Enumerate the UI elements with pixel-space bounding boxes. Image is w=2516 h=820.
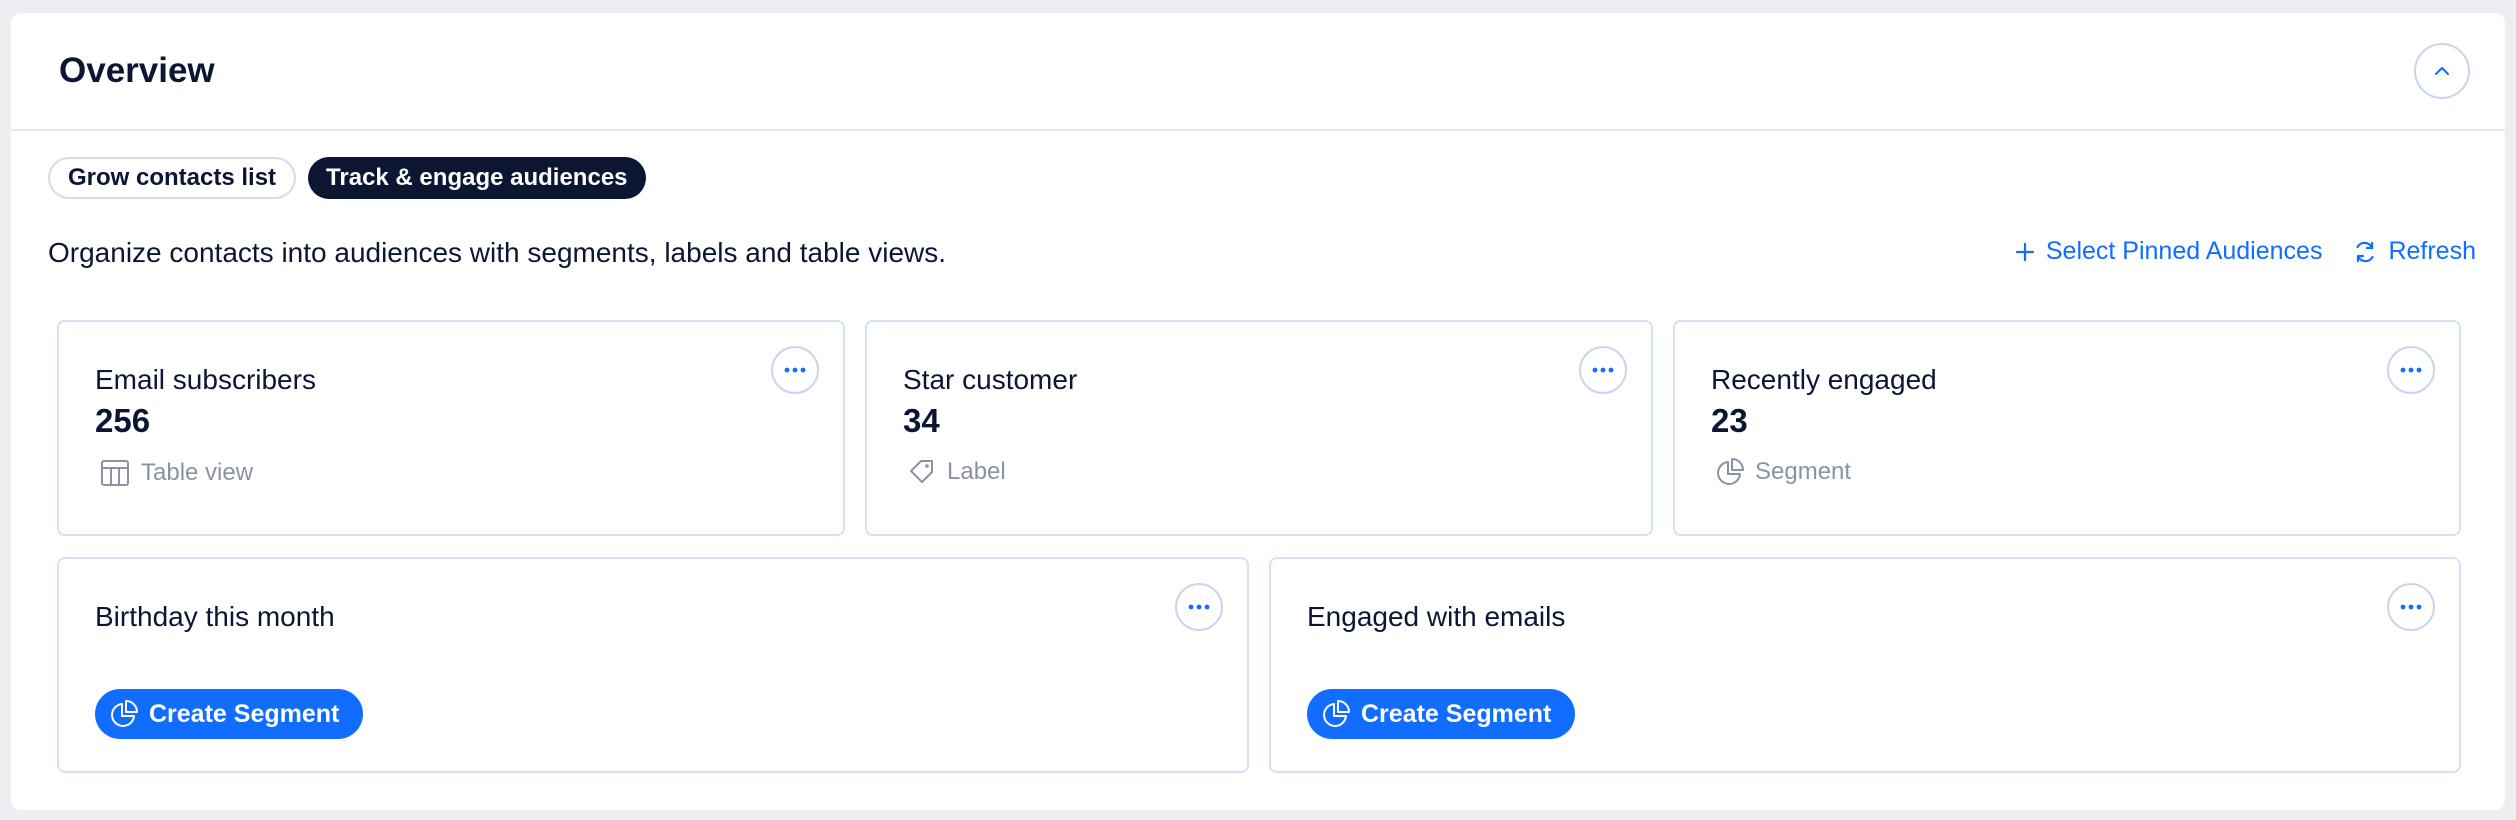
audience-card-star-customer[interactable]: Star customer 34 Label <box>865 320 1653 536</box>
audience-tabs: Grow contacts list Track & engage audien… <box>48 157 646 199</box>
section-description: Organize contacts into audiences with se… <box>48 237 947 268</box>
create-segment-button[interactable]: Create Segment <box>95 689 364 739</box>
header-actions: Select Pinned Audiences Refresh <box>2014 237 2476 266</box>
tab-grow-contacts-list[interactable]: Grow contacts list <box>48 157 297 199</box>
refresh-icon <box>2356 241 2375 262</box>
more-actions-button[interactable] <box>2387 583 2435 631</box>
card-count: 34 <box>903 402 940 439</box>
card-type: Segment <box>1715 457 1851 487</box>
refresh-button[interactable]: Refresh <box>2352 237 2476 266</box>
create-segment-label: Create Segment <box>149 699 340 728</box>
tag-icon <box>910 460 933 483</box>
more-icon <box>2400 604 2422 610</box>
more-actions-button[interactable] <box>1579 346 1627 394</box>
create-segment-button[interactable]: Create Segment <box>1307 689 1576 739</box>
card-title: Birthday this month <box>95 601 335 632</box>
plus-icon <box>2015 242 2034 261</box>
card-title: Star customer <box>903 364 1078 395</box>
select-pinned-audiences-button[interactable]: Select Pinned Audiences <box>2014 237 2323 266</box>
card-count: 256 <box>95 402 151 439</box>
card-type: Table view <box>99 457 253 489</box>
more-icon <box>1592 367 1614 373</box>
table-icon <box>101 460 129 486</box>
create-segment-label: Create Segment <box>1361 699 1552 728</box>
card-title: Recently engaged <box>1711 364 1937 395</box>
card-title: Engaged with emails <box>1307 601 1566 632</box>
select-pinned-audiences-label: Select Pinned Audiences <box>2045 237 2323 265</box>
audience-card-email-subscribers[interactable]: Email subscribers 256 Table view <box>57 320 845 536</box>
more-icon <box>784 367 806 373</box>
more-actions-button[interactable] <box>1175 583 1223 631</box>
suggested-card-engaged-with-emails[interactable]: Engaged with emails Create Segment <box>1269 557 2461 773</box>
card-count: 23 <box>1711 402 1748 439</box>
card-type: Label <box>907 457 1006 487</box>
page-title: Overview <box>59 51 215 90</box>
panel-header: Overview <box>11 13 2505 131</box>
refresh-label: Refresh <box>2388 237 2476 265</box>
more-icon <box>2400 367 2422 373</box>
card-type-label: Segment <box>1755 458 1852 485</box>
pie-chart-icon <box>1717 458 1744 485</box>
more-icon <box>1188 604 1210 610</box>
pie-chart-icon <box>111 700 138 727</box>
card-type-label: Table view <box>141 459 254 486</box>
pie-chart-icon <box>1323 700 1350 727</box>
card-title: Email subscribers <box>95 364 316 395</box>
suggested-card-birthday-this-month[interactable]: Birthday this month Create Segment <box>57 557 1249 773</box>
collapse-button[interactable] <box>2414 43 2470 99</box>
audience-card-recently-engaged[interactable]: Recently engaged 23 Segment <box>1673 320 2461 536</box>
chevron-up-icon <box>2435 67 2449 75</box>
more-actions-button[interactable] <box>771 346 819 394</box>
card-type-label: Label <box>947 458 1006 485</box>
tab-track-engage-audiences[interactable]: Track & engage audiences <box>308 157 646 199</box>
more-actions-button[interactable] <box>2387 346 2435 394</box>
